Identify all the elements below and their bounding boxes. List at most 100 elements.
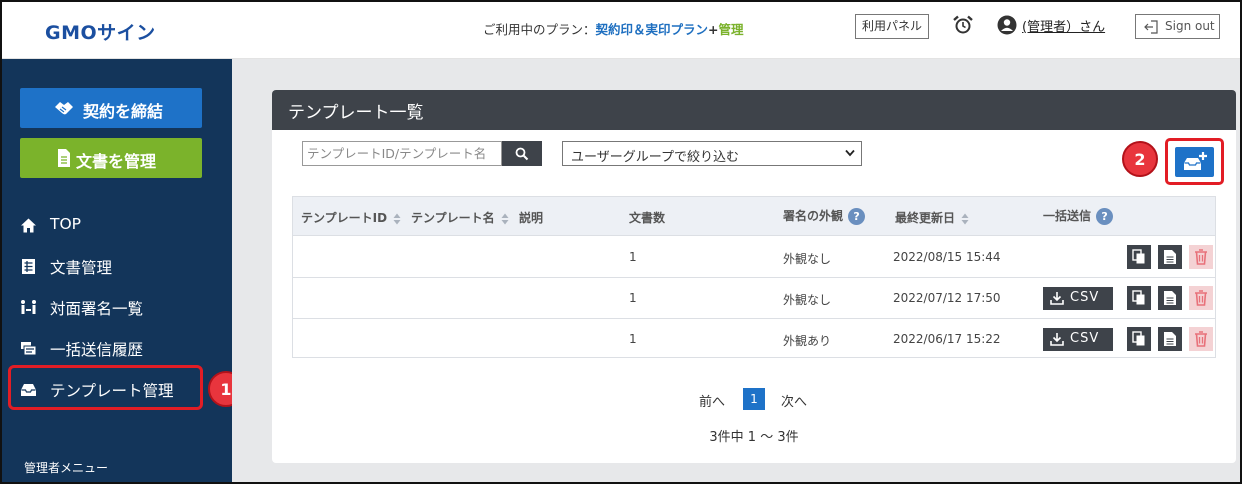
help-icon[interactable]: ? — [1096, 208, 1114, 225]
sign-contract-button[interactable]: 契約を締結 — [20, 88, 202, 128]
template-table: テンプレートID テンプレート名 説明 文書数 署名の外観? 最終更新日 一括送… — [292, 196, 1216, 358]
column-label: 最終更新日 — [895, 211, 956, 225]
copy-icon — [1132, 249, 1145, 264]
document-icon — [1164, 250, 1176, 264]
user-group-filter-value: ユーザーグループで絞り込む — [571, 150, 739, 165]
table-header: テンプレートID テンプレート名 説明 文書数 署名の外観? 最終更新日 一括送… — [293, 197, 1215, 236]
cell-appearance: 外観なし — [783, 252, 832, 266]
home-icon — [21, 218, 36, 233]
cell-document-count: 1 — [629, 250, 637, 264]
view-document-button[interactable] — [1158, 245, 1182, 269]
column-label: 一括送信 — [1043, 209, 1092, 223]
trash-icon — [1195, 290, 1207, 306]
gmo-sign-logo[interactable]: GMOサイン — [45, 18, 156, 45]
plan-info: ご利用中のプラン：契約印＆実印プラン+管理 — [483, 19, 744, 38]
document-icon — [58, 149, 70, 167]
card-header: テンプレート一覧 — [272, 90, 1236, 130]
sort-icon — [393, 213, 401, 224]
column-template-id[interactable]: テンプレートID — [301, 209, 401, 226]
document-icon — [1164, 291, 1176, 305]
main-content: テンプレート一覧 ユーザーグループで絞り込む 2 — [232, 59, 1240, 482]
column-label: テンプレート名 — [411, 211, 495, 225]
cell-appearance: 外観あり — [783, 334, 832, 348]
cell-document-count: 1 — [629, 291, 637, 305]
column-label: テンプレートID — [301, 211, 388, 225]
pagination-current-page[interactable]: 1 — [743, 388, 765, 410]
column-bulk-send: 一括送信? — [1043, 207, 1114, 225]
csv-download-button[interactable]: CSV — [1043, 328, 1113, 351]
plan-prefix: ご利用中のプラン： — [483, 22, 596, 37]
add-template-button[interactable] — [1175, 147, 1214, 177]
sidebar-item-label: TOP — [50, 215, 82, 233]
column-template-name[interactable]: テンプレート名 — [411, 209, 509, 226]
document-icon — [1164, 332, 1176, 346]
template-search-input[interactable] — [302, 141, 502, 166]
manage-documents-label: 文書を管理 — [76, 152, 157, 171]
trash-icon — [1195, 331, 1207, 347]
sidebar-item-label: 一括送信履歴 — [50, 341, 144, 359]
copy-icon — [1132, 290, 1145, 305]
view-document-button[interactable] — [1158, 286, 1182, 310]
app-frame: GMOサイン ご利用中のプラン：契約印＆実印プラン+管理 利用パネル (管理者）… — [0, 0, 1242, 484]
copy-template-button[interactable] — [1127, 286, 1151, 310]
column-description: 説明 — [519, 211, 544, 225]
pagination-next[interactable]: 次へ — [781, 391, 807, 410]
highlight-box-add — [1165, 138, 1224, 185]
document-list-icon — [22, 259, 35, 274]
plan-plus: + — [708, 22, 719, 37]
plan-addon: 管理 — [718, 22, 744, 37]
manage-documents-button[interactable]: 文書を管理 — [20, 138, 202, 178]
sign-out-label: Sign out — [1165, 19, 1215, 33]
pagination: 前へ 1 次へ — [272, 388, 1236, 412]
view-document-button[interactable] — [1158, 327, 1182, 351]
handshake-icon — [55, 102, 73, 115]
user-name-link[interactable]: (管理者）さん — [1022, 16, 1105, 35]
user-group-filter-select[interactable]: ユーザーグループで絞り込む — [562, 141, 862, 166]
column-last-updated[interactable]: 最終更新日 — [895, 209, 969, 226]
chevron-down-icon — [845, 149, 855, 157]
csv-label: CSV — [1070, 290, 1100, 305]
page-title: テンプレート一覧 — [288, 103, 424, 123]
csv-label: CSV — [1070, 331, 1100, 346]
sign-contract-label: 契約を締結 — [83, 102, 164, 121]
sign-out-button[interactable]: Sign out — [1135, 14, 1220, 39]
search-box — [302, 141, 542, 166]
step-badge-2: 2 — [1122, 141, 1158, 177]
cell-updated: 2022/08/15 15:44 — [893, 250, 1001, 264]
template-list-card: テンプレート一覧 ユーザーグループで絞り込む 2 — [272, 90, 1236, 463]
cell-appearance: 外観なし — [783, 293, 832, 307]
table-row[interactable]: 1 外観なし 2022/07/12 17:50 CSV — [293, 278, 1215, 319]
column-signature-appearance: 署名の外観? — [783, 207, 866, 225]
delete-template-button[interactable] — [1189, 286, 1213, 310]
plan-name: 契約印＆実印プラン — [595, 22, 709, 37]
trash-icon — [1195, 249, 1207, 265]
sidebar: 契約を締結 文書を管理 TOP 文書管理 対面署名一覧 一括送信履歴 テンプレー… — [2, 59, 244, 482]
search-button[interactable] — [502, 141, 542, 166]
usage-panel-button[interactable]: 利用パネル — [855, 14, 929, 39]
sidebar-item-label: 文書管理 — [50, 259, 113, 277]
copy-template-button[interactable] — [1127, 245, 1151, 269]
user-avatar-icon[interactable] — [997, 15, 1017, 35]
face-sign-icon — [21, 300, 36, 314]
sort-icon — [501, 213, 509, 224]
pagination-prev[interactable]: 前へ — [699, 391, 725, 410]
help-icon[interactable]: ? — [848, 208, 866, 225]
copy-icon — [1132, 331, 1145, 346]
highlight-box-template — [8, 365, 203, 410]
csv-download-button[interactable]: CSV — [1043, 287, 1113, 310]
download-icon — [1050, 333, 1064, 346]
sign-out-icon — [1144, 20, 1158, 34]
copy-template-button[interactable] — [1127, 327, 1151, 351]
cell-updated: 2022/06/17 15:22 — [893, 332, 1001, 346]
search-icon — [515, 147, 529, 161]
alarm-clock-icon[interactable] — [952, 14, 974, 36]
delete-template-button[interactable] — [1189, 327, 1213, 351]
delete-template-button[interactable] — [1189, 245, 1213, 269]
cell-document-count: 1 — [629, 332, 637, 346]
table-row[interactable]: 1 外観なし 2022/08/15 15:44 — [293, 237, 1215, 278]
column-document-count: 文書数 — [629, 211, 666, 225]
column-label: 署名の外観 — [783, 209, 844, 223]
add-tray-icon — [1184, 152, 1207, 170]
admin-menu-heading: 管理者メニュー — [24, 461, 109, 475]
table-row[interactable]: 1 外観あり 2022/06/17 15:22 CSV — [293, 319, 1215, 360]
